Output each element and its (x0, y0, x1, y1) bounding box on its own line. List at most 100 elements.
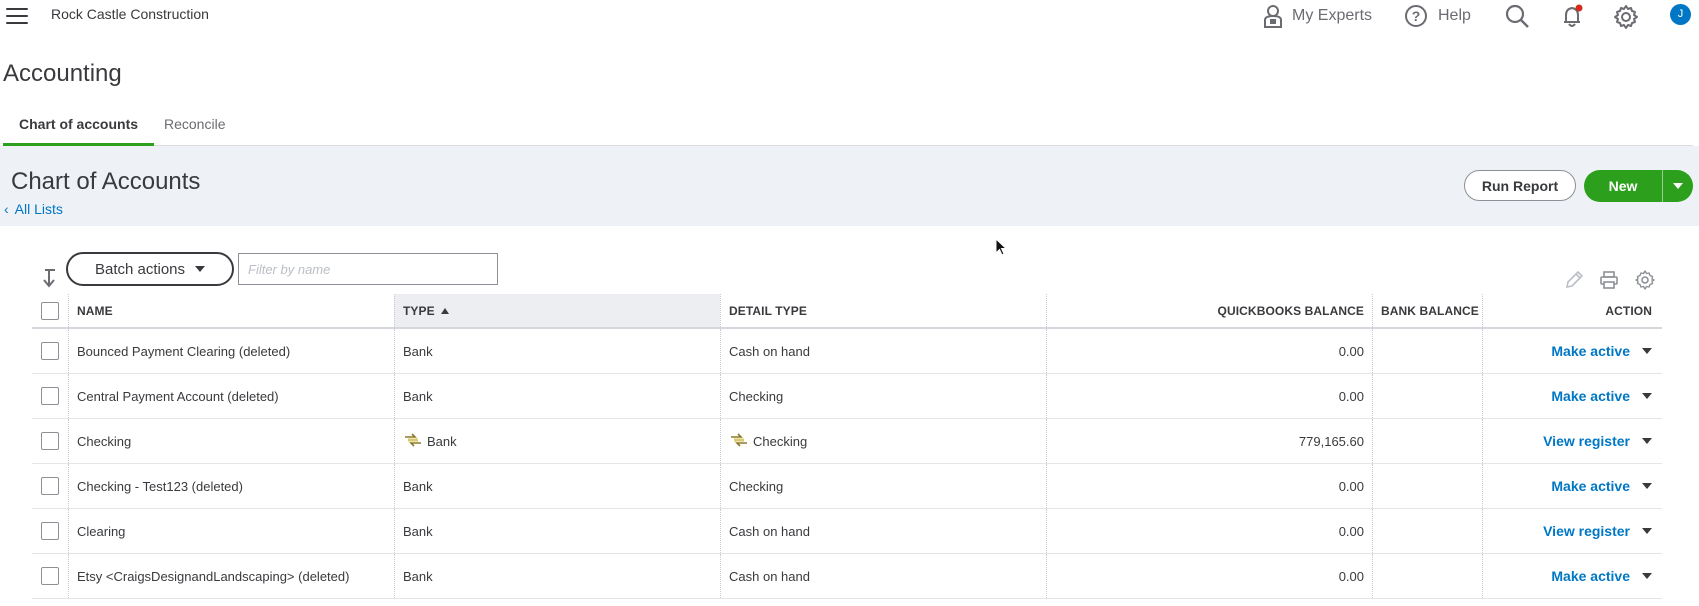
row-checkbox-cell (32, 464, 68, 508)
section-title: Chart of Accounts (11, 168, 201, 195)
table-row[interactable]: Checking - Test123 (deleted) Bank Checking… (32, 464, 1662, 509)
my-experts-label: My Experts (1292, 7, 1373, 24)
quickbooks-balance: 0.00 (1046, 464, 1372, 508)
table-row[interactable]: Bounced Payment Clearing (deleted) Bank Ca… (32, 329, 1662, 374)
table-row[interactable]: Clearing Bank Cash on hand 0.00 View registe… (32, 509, 1662, 554)
account-name: Checking - Test123 (deleted) (68, 464, 394, 508)
row-checkbox[interactable] (41, 522, 59, 540)
mouse-cursor-icon (995, 238, 1007, 256)
notifications-button[interactable] (1561, 4, 1585, 28)
table-header: NAME TYPE DETAIL TYPE QUICKBOOKS BALANCE… (32, 294, 1662, 329)
all-lists-label: All Lists (14, 201, 63, 217)
header-checkbox-cell (32, 294, 68, 327)
account-type-cell: Bank (394, 419, 720, 463)
bell-icon (1564, 4, 1583, 27)
row-action-dropdown-icon[interactable] (1642, 573, 1652, 579)
new-button[interactable]: New (1584, 170, 1693, 202)
svg-text:?: ? (1412, 8, 1421, 24)
column-header-name[interactable]: NAME (68, 294, 394, 327)
row-action-link[interactable]: View register (1543, 433, 1630, 449)
batch-actions-button[interactable]: Batch actions (66, 252, 234, 286)
detail-type: Cash on hand (729, 568, 810, 584)
run-report-button[interactable]: Run Report (1464, 170, 1576, 201)
column-header-bank-balance[interactable]: BANK BALANCE (1372, 294, 1482, 327)
row-action-link[interactable]: Make active (1551, 478, 1630, 494)
action-cell: Make active (1482, 554, 1662, 598)
tab-chart-of-accounts[interactable]: Chart of accounts (2, 116, 155, 146)
account-type: Bank (403, 478, 433, 494)
batch-actions-label: Batch actions (94, 260, 186, 278)
action-cell: Make active (1482, 374, 1662, 418)
row-checkbox[interactable] (41, 567, 59, 585)
row-checkbox-cell (32, 329, 68, 373)
row-action-link[interactable]: View register (1543, 523, 1630, 539)
detail-type: Checking (729, 388, 784, 404)
row-action-link[interactable]: Make active (1551, 388, 1630, 404)
row-action-dropdown-icon[interactable] (1642, 483, 1652, 489)
settings-button[interactable] (1613, 4, 1639, 30)
accounts-table: NAME TYPE DETAIL TYPE QUICKBOOKS BALANCE… (32, 294, 1662, 599)
row-action-link[interactable]: Make active (1551, 568, 1630, 584)
filter-by-name-input[interactable] (238, 253, 498, 285)
row-checkbox-cell (32, 509, 68, 553)
table-row[interactable]: Checking Bank Checking 779,165.60 View regis… (32, 419, 1662, 464)
row-checkbox[interactable] (41, 432, 59, 450)
account-name: Etsy <CraigsDesignandLandscaping> (delet… (68, 554, 394, 598)
row-action-dropdown-icon[interactable] (1642, 348, 1652, 354)
detail-type: Checking (753, 433, 808, 449)
account-type-cell: Bank (394, 509, 720, 553)
row-checkbox[interactable] (41, 387, 59, 405)
bank-balance (1372, 464, 1482, 508)
pencil-icon[interactable] (1564, 270, 1584, 290)
settings-icon[interactable] (1635, 270, 1655, 290)
search-button[interactable] (1505, 4, 1531, 28)
quickbooks-balance: 0.00 (1046, 509, 1372, 553)
table-row[interactable]: Etsy <CraigsDesignandLandscaping> (delet… (32, 554, 1662, 599)
my-experts-link[interactable]: My Experts (1262, 4, 1372, 28)
row-checkbox-cell (32, 374, 68, 418)
quickbooks-balance: 0.00 (1046, 374, 1372, 418)
detail-type: Checking (729, 478, 784, 494)
company-name[interactable]: Rock Castle Construction (51, 6, 209, 22)
row-checkbox[interactable] (41, 342, 59, 360)
account-type: Bank (427, 433, 457, 449)
column-header-qb-balance[interactable]: QUICKBOOKS BALANCE (1046, 294, 1372, 327)
detail-type: Cash on hand (729, 523, 810, 539)
bank-balance (1372, 419, 1482, 463)
select-all-checkbox[interactable] (41, 301, 59, 320)
detail-type-cell: Checking (720, 374, 1046, 418)
bank-balance (1372, 329, 1482, 373)
page-title: Accounting (3, 60, 122, 87)
help-icon: ? (1405, 5, 1427, 27)
new-button-label: New (1608, 178, 1638, 194)
detail-type-cell: Checking (720, 464, 1046, 508)
bank-balance (1372, 374, 1482, 418)
column-header-action: ACTION (1482, 294, 1662, 327)
sort-ascending-icon (440, 307, 449, 314)
new-dropdown-toggle[interactable] (1662, 170, 1693, 202)
bank-link-icon (403, 432, 423, 450)
print-icon[interactable] (1599, 270, 1619, 290)
account-type-cell: Bank (394, 464, 720, 508)
help-link[interactable]: ? Help (1404, 4, 1471, 28)
avatar[interactable]: J (1670, 4, 1691, 25)
row-action-dropdown-icon[interactable] (1642, 528, 1652, 534)
caret-down-icon (195, 266, 206, 272)
tab-reconcile[interactable]: Reconcile (164, 116, 225, 132)
action-cell: Make active (1482, 464, 1662, 508)
account-name: Clearing (68, 509, 394, 553)
all-lists-link[interactable]: ‹ All Lists (4, 201, 63, 217)
table-row[interactable]: Central Payment Account (deleted) Bank Che… (32, 374, 1662, 419)
hamburger-icon[interactable] (6, 5, 28, 24)
row-action-dropdown-icon[interactable] (1642, 438, 1652, 444)
collapse-sort-icon[interactable] (41, 268, 57, 288)
detail-type-cell: Cash on hand (720, 509, 1046, 553)
chart-header: Chart of Accounts ‹ All Lists Run Report… (0, 146, 1699, 226)
column-header-detail-type[interactable]: DETAIL TYPE (720, 294, 1046, 327)
column-header-type[interactable]: TYPE (394, 294, 720, 327)
row-checkbox[interactable] (41, 477, 59, 495)
row-action-dropdown-icon[interactable] (1642, 393, 1652, 399)
search-icon (1505, 4, 1529, 28)
expert-icon (1264, 5, 1282, 28)
row-action-link[interactable]: Make active (1551, 343, 1630, 359)
